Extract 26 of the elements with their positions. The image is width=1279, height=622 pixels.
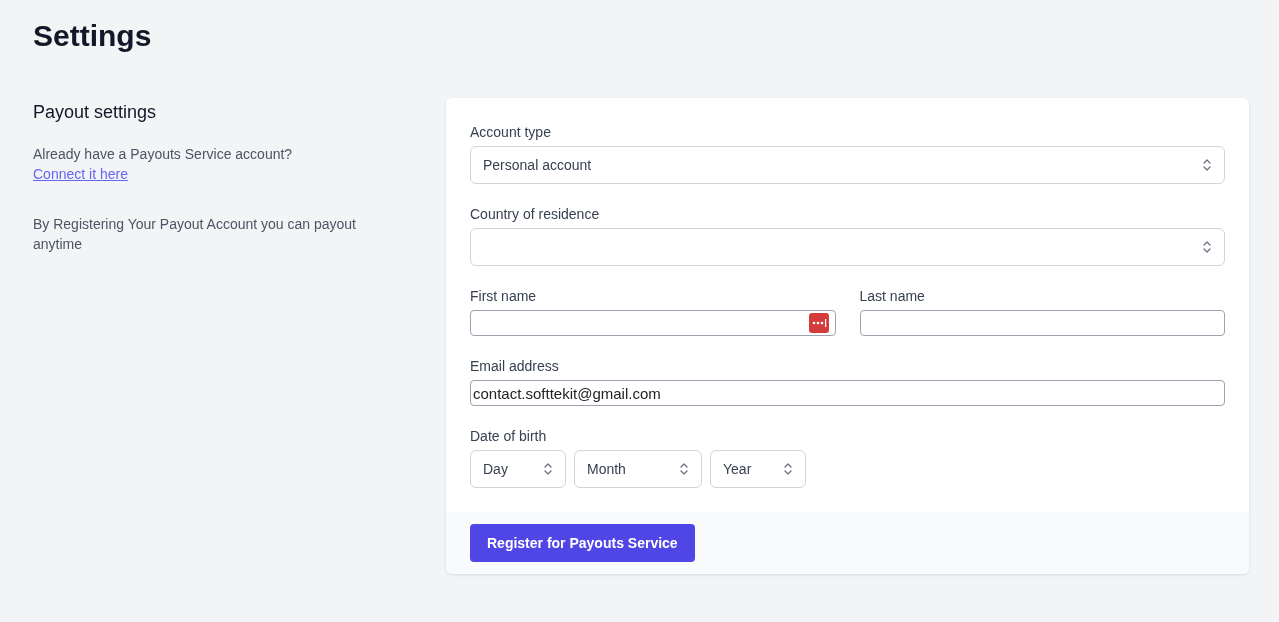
date-select[interactable]: Year [710, 450, 806, 488]
connect-link[interactable]: Connect it here [33, 166, 128, 182]
section-title: Payout settings [33, 101, 158, 124]
chevron-updown-icon [679, 462, 689, 476]
note-text: By Registering Your Payout Account you can payout anytime [33, 215, 357, 254]
date-select[interactable]: Day [470, 450, 566, 488]
chevron-updown-icon [783, 462, 793, 476]
date-select[interactable]: Month [574, 450, 702, 488]
input-field[interactable]: contact.softtekit@gmail.com [470, 380, 1225, 406]
register-button[interactable]: Register for Payouts Service [470, 524, 695, 562]
field-label: Country of residence [470, 205, 601, 224]
chevron-updown-icon [1202, 158, 1212, 172]
field-label: Date of birth [470, 427, 548, 446]
field-label: Account type [470, 123, 552, 142]
chevron-updown-icon [543, 462, 553, 476]
input-field[interactable] [859, 310, 1225, 336]
password-manager-icon[interactable] [808, 313, 829, 333]
chevron-updown-icon [1202, 240, 1212, 254]
page-title: Settings [33, 18, 153, 54]
input-field[interactable] [470, 310, 836, 336]
field-label: Last name [859, 287, 926, 306]
select-field[interactable]: Personal account [470, 146, 1225, 184]
intro-text: Already have a Payouts Service account? Connect it here [33, 145, 294, 184]
select-field[interactable] [470, 228, 1225, 266]
field-label: First name [470, 287, 538, 306]
field-label: Email address [470, 357, 560, 376]
